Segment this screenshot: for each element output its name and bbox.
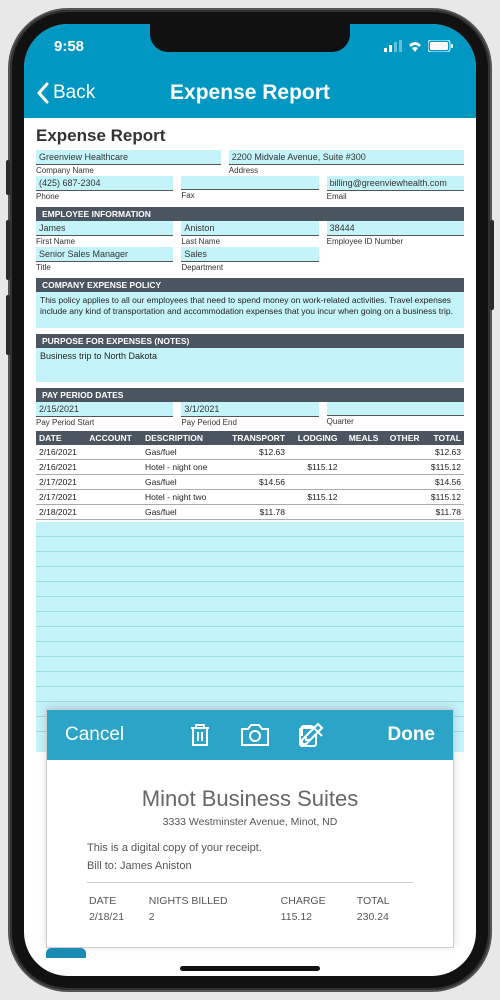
expense-table: DATE ACCOUNT DESCRIPTION TRANSPORT LODGI… xyxy=(36,431,464,520)
receipt-body: Minot Business Suites 3333 Westminster A… xyxy=(73,774,427,941)
table-row: 2/17/2021Hotel - night two$115.12$115.12 xyxy=(36,490,464,505)
period-quarter xyxy=(327,402,464,416)
policy-text: This policy applies to all our employees… xyxy=(36,292,464,328)
company-fax xyxy=(181,176,318,190)
receipt-note: This is a digital copy of your receipt. xyxy=(87,842,413,854)
section-purpose: PURPOSE FOR EXPENSES (NOTES) xyxy=(36,334,464,348)
table-row: 2/16/2021Gas/fuel$12.63$12.63 xyxy=(36,445,464,460)
emp-last: Aniston xyxy=(181,221,318,236)
doc-tab[interactable] xyxy=(46,948,86,958)
company-email: billing@greenviewhealth.com xyxy=(327,176,464,191)
back-label: Back xyxy=(53,82,95,104)
doc-title: Expense Report xyxy=(36,126,464,146)
status-icons xyxy=(384,40,454,52)
battery-icon xyxy=(428,40,454,52)
section-payperiod: PAY PERIOD DATES xyxy=(36,388,464,402)
period-start: 2/15/2021 xyxy=(36,402,173,417)
back-button[interactable]: Back xyxy=(36,82,95,104)
screen: 9:58 Back Expense Report Expense Report … xyxy=(24,24,476,976)
expense-document[interactable]: Expense Report Greenview HealthcareCompa… xyxy=(24,118,476,752)
table-row: 2/16/2021Hotel - night one$115.12$115.12 xyxy=(36,460,464,475)
emp-first: James xyxy=(36,221,173,236)
notch xyxy=(150,24,350,52)
receipt-address: 3333 Westminster Avenue, Minot, ND xyxy=(87,816,413,828)
phone-frame: 9:58 Back Expense Report Expense Report … xyxy=(10,10,490,990)
signal-icon xyxy=(384,40,402,52)
period-end: 3/1/2021 xyxy=(181,402,318,417)
section-employee: EMPLOYEE INFORMATION xyxy=(36,207,464,221)
cancel-button[interactable]: Cancel xyxy=(65,724,124,746)
nav-bar: Back Expense Report xyxy=(24,68,476,118)
table-row: 2/18/2021Gas/fuel$11.78$11.78 xyxy=(36,505,464,520)
emp-dept: Sales xyxy=(181,247,318,262)
chevron-left-icon xyxy=(36,82,49,104)
receipt-table: DATE NIGHTS BILLED CHARGE TOTAL 2/18/21 … xyxy=(87,893,413,925)
done-button[interactable]: Done xyxy=(388,724,436,746)
camera-icon[interactable] xyxy=(240,723,270,747)
emp-id: 38444 xyxy=(327,221,464,236)
section-policy: COMPANY EXPENSE POLICY xyxy=(36,278,464,292)
company-phone: (425) 687-2304 xyxy=(36,176,173,191)
company-address: 2200 Midvale Avenue, Suite #300 xyxy=(229,150,464,165)
purpose-text: Business trip to North Dakota xyxy=(36,348,464,382)
trash-icon[interactable] xyxy=(188,722,212,748)
table-row: 2/17/2021Gas/fuel$14.56$14.56 xyxy=(36,475,464,490)
company-name: Greenview Healthcare xyxy=(36,150,221,165)
receipt-billto: Bill to: James Aniston xyxy=(87,860,413,872)
modal-toolbar: Cancel Done xyxy=(47,710,453,760)
emp-title: Senior Sales Manager xyxy=(36,247,173,262)
receipt-modal: Cancel Done Minot Business Suites 3333 W… xyxy=(46,709,454,948)
wifi-icon xyxy=(407,40,423,52)
status-time: 9:58 xyxy=(54,38,84,55)
receipt-title: Minot Business Suites xyxy=(87,786,413,812)
edit-icon[interactable] xyxy=(298,722,324,748)
home-indicator[interactable] xyxy=(180,966,320,971)
